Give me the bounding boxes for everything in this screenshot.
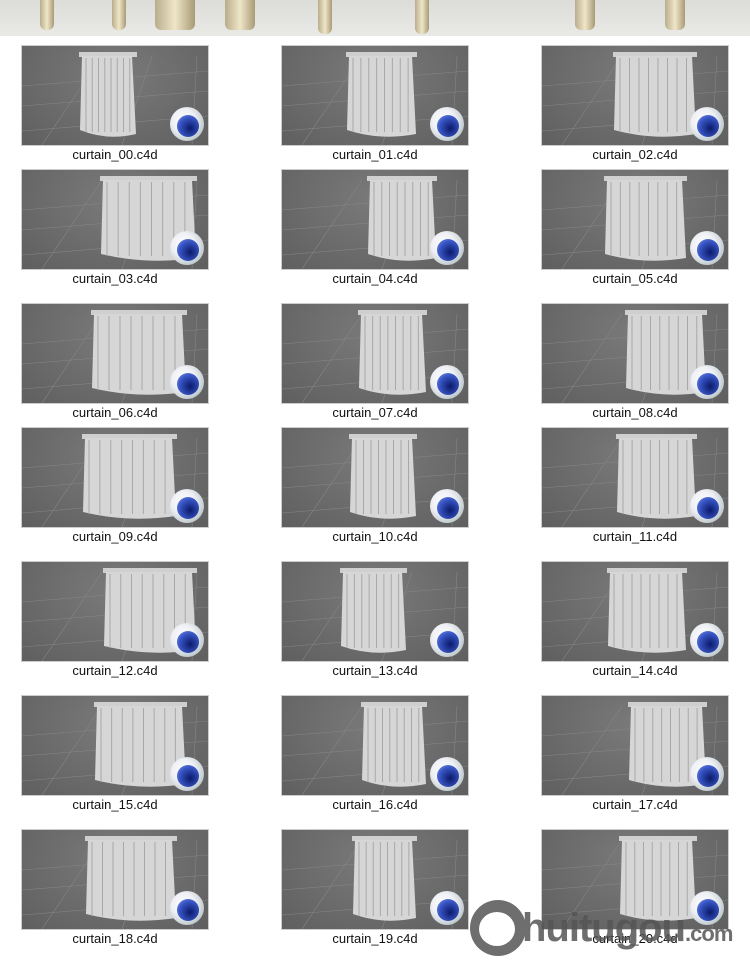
file-name: curtain_01.c4d	[332, 147, 418, 162]
file-name: curtain_05.c4d	[592, 271, 678, 286]
file-name: curtain_15.c4d	[72, 797, 158, 812]
cinema4d-logo-icon	[170, 489, 204, 523]
file-name: curtain_12.c4d	[72, 663, 158, 678]
file-item[interactable]: curtain_18.c4d	[21, 829, 209, 946]
file-item[interactable]: curtain_08.c4d	[541, 303, 729, 420]
file-thumbnail[interactable]	[21, 829, 209, 930]
cinema4d-logo-icon	[690, 231, 724, 265]
file-thumbnail[interactable]	[281, 829, 469, 930]
file-item[interactable]: curtain_11.c4d	[541, 427, 729, 544]
file-item[interactable]: curtain_00.c4d	[21, 45, 209, 162]
file-thumbnail[interactable]	[541, 45, 729, 146]
cinema4d-logo-icon	[690, 365, 724, 399]
file-thumbnail[interactable]	[541, 695, 729, 796]
file-item[interactable]: curtain_15.c4d	[21, 695, 209, 812]
file-item[interactable]: curtain_04.c4d	[281, 169, 469, 286]
curtain-ornament	[575, 0, 595, 30]
cinema4d-logo-icon	[430, 891, 464, 925]
cinema4d-logo-icon	[430, 107, 464, 141]
file-name: curtain_17.c4d	[592, 797, 678, 812]
file-name: curtain_03.c4d	[72, 271, 158, 286]
file-thumbnail[interactable]	[541, 303, 729, 404]
file-thumbnail[interactable]	[541, 427, 729, 528]
curtain-ornament	[225, 0, 255, 30]
file-item[interactable]: curtain_03.c4d	[21, 169, 209, 286]
file-name: curtain_10.c4d	[332, 529, 418, 544]
curtain-ornament	[665, 0, 685, 30]
cinema4d-logo-icon	[690, 757, 724, 791]
file-name: curtain_11.c4d	[592, 529, 678, 544]
file-name: curtain_16.c4d	[332, 797, 418, 812]
file-item[interactable]: curtain_19.c4d	[281, 829, 469, 946]
cinema4d-logo-icon	[170, 623, 204, 657]
curtain-ornament	[318, 0, 332, 34]
curtain-ornament	[40, 0, 54, 30]
file-thumbnail[interactable]	[281, 45, 469, 146]
cinema4d-logo-icon	[430, 489, 464, 523]
curtain-ornament	[112, 0, 126, 30]
file-name: curtain_19.c4d	[332, 931, 418, 946]
file-item[interactable]: curtain_14.c4d	[541, 561, 729, 678]
cinema4d-logo-icon	[430, 365, 464, 399]
file-name: curtain_07.c4d	[332, 405, 418, 420]
file-thumbnail[interactable]	[21, 45, 209, 146]
curtain-ornament	[415, 0, 429, 34]
file-name: curtain_13.c4d	[332, 663, 418, 678]
curtain-ornament	[155, 0, 195, 30]
file-item[interactable]: curtain_09.c4d	[21, 427, 209, 544]
file-thumbnail[interactable]	[21, 427, 209, 528]
file-name: curtain_06.c4d	[72, 405, 158, 420]
preview-banner	[0, 0, 750, 36]
file-thumbnail[interactable]	[21, 561, 209, 662]
cinema4d-logo-icon	[430, 757, 464, 791]
file-name: curtain_08.c4d	[592, 405, 678, 420]
file-thumbnail[interactable]	[281, 427, 469, 528]
cinema4d-logo-icon	[170, 757, 204, 791]
file-item[interactable]: curtain_01.c4d	[281, 45, 469, 162]
watermark: huitugou.com	[470, 900, 733, 956]
cinema4d-logo-icon	[170, 107, 204, 141]
file-item[interactable]: curtain_07.c4d	[281, 303, 469, 420]
file-item[interactable]: curtain_05.c4d	[541, 169, 729, 286]
watermark-name: huitugou	[522, 905, 686, 950]
cinema4d-logo-icon	[170, 891, 204, 925]
cinema4d-logo-icon	[430, 623, 464, 657]
file-thumbnail[interactable]	[281, 561, 469, 662]
file-item[interactable]: curtain_13.c4d	[281, 561, 469, 678]
file-name: curtain_04.c4d	[332, 271, 418, 286]
cinema4d-logo-icon	[170, 231, 204, 265]
cinema4d-logo-icon	[170, 365, 204, 399]
file-name: curtain_02.c4d	[592, 147, 678, 162]
file-thumbnail[interactable]	[21, 169, 209, 270]
file-thumbnail[interactable]	[281, 695, 469, 796]
file-thumbnail[interactable]	[281, 303, 469, 404]
file-name: curtain_18.c4d	[72, 931, 158, 946]
file-thumbnail[interactable]	[281, 169, 469, 270]
file-item[interactable]: curtain_12.c4d	[21, 561, 209, 678]
file-name: curtain_14.c4d	[592, 663, 678, 678]
cinema4d-logo-icon	[690, 489, 724, 523]
file-item[interactable]: curtain_06.c4d	[21, 303, 209, 420]
watermark-suffix: .com	[685, 920, 733, 946]
file-thumbnail[interactable]	[541, 169, 729, 270]
file-thumbnail[interactable]	[541, 561, 729, 662]
file-item[interactable]: curtain_17.c4d	[541, 695, 729, 812]
file-thumbnail[interactable]	[21, 303, 209, 404]
bear-logo-icon	[470, 900, 526, 956]
file-item[interactable]: curtain_10.c4d	[281, 427, 469, 544]
file-name: curtain_09.c4d	[72, 529, 158, 544]
file-thumbnail[interactable]	[21, 695, 209, 796]
cinema4d-logo-icon	[690, 107, 724, 141]
cinema4d-logo-icon	[690, 623, 724, 657]
cinema4d-logo-icon	[430, 231, 464, 265]
file-name: curtain_00.c4d	[72, 147, 158, 162]
file-item[interactable]: curtain_16.c4d	[281, 695, 469, 812]
file-item[interactable]: curtain_02.c4d	[541, 45, 729, 162]
